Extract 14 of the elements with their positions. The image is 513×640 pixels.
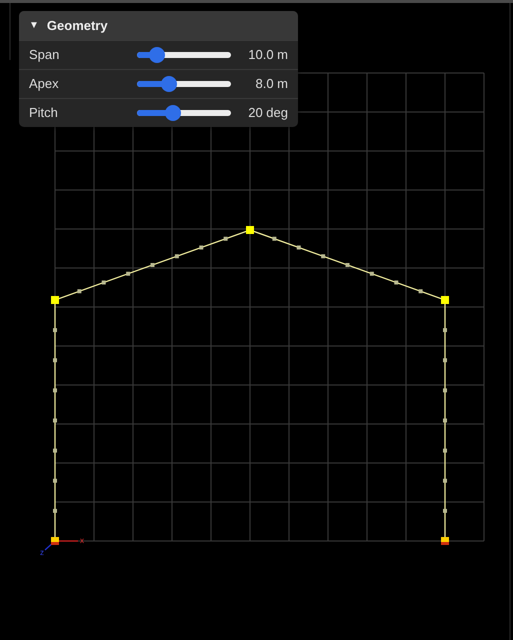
parameter-label: Span [29,46,60,64]
value-readout: 20 deg [248,104,288,122]
panel-title: Geometry [46,16,108,35]
slider[interactable] [137,47,231,63]
collapse-toggle[interactable]: ▼ [29,18,39,33]
slider[interactable] [137,76,231,92]
parameter-label: Apex [29,75,60,94]
axis-label: z [40,548,44,557]
value-readout: 8.0 m [255,75,288,94]
parameter-label: Pitch [29,104,59,122]
value-readout: 10.0 m [248,46,288,64]
axis-label: x [80,536,84,545]
axis-triad-drawing [44,540,78,550]
slider[interactable] [137,105,231,121]
